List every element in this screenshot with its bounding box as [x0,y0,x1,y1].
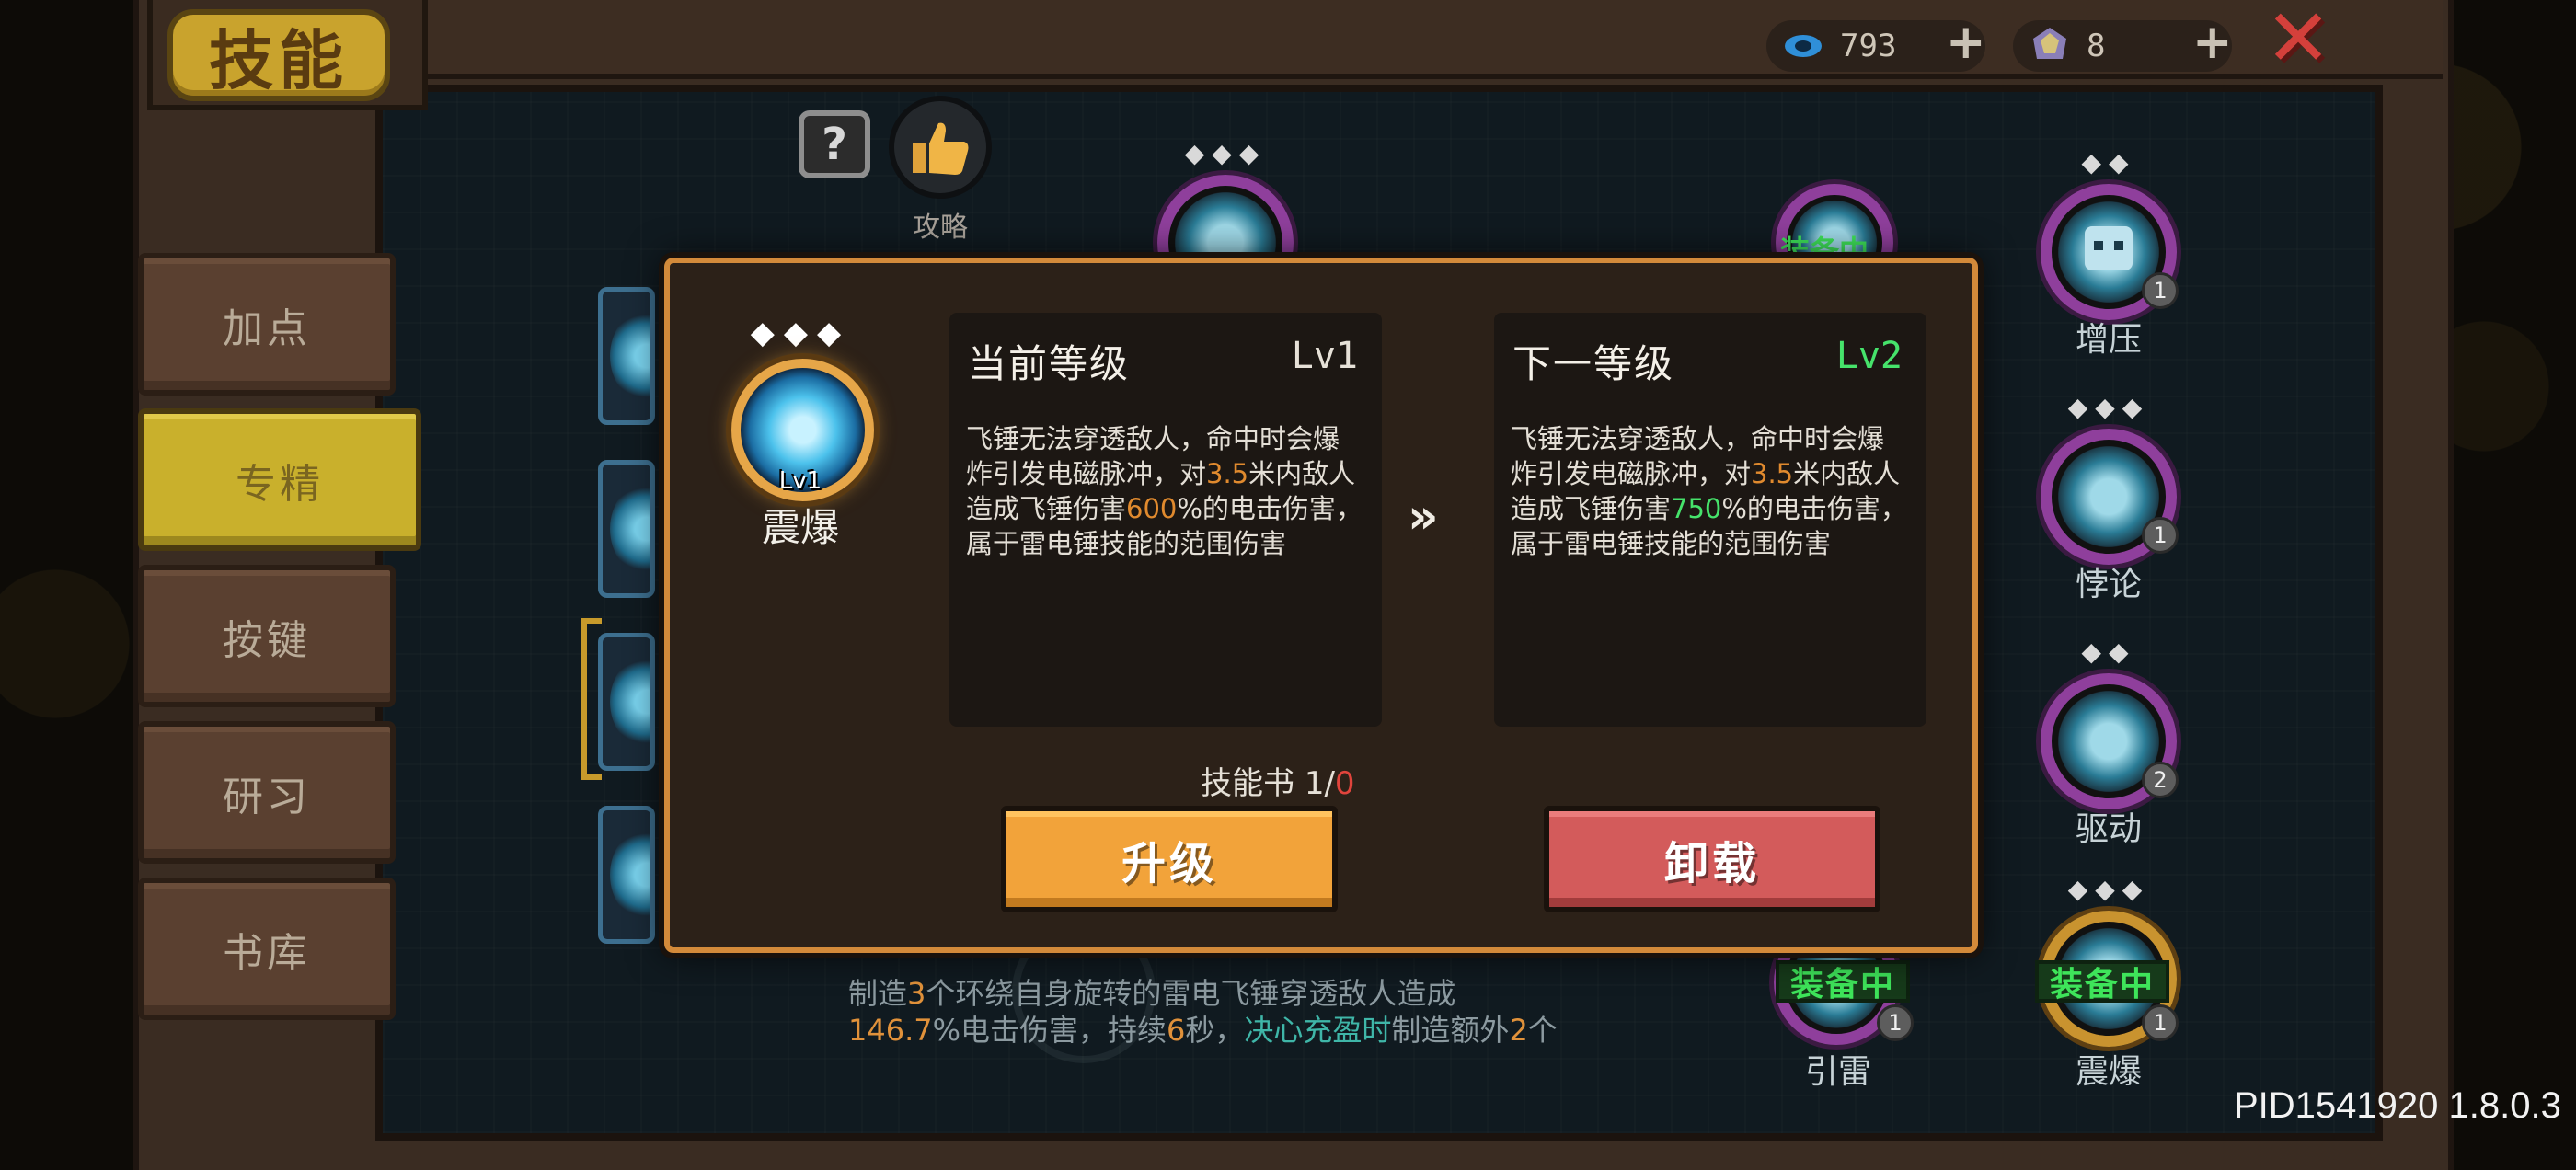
next-level-description: 飞锤无法穿透敌人，命中时会爆炸引发电磁脉冲，对3.5米内敌人造成飞锤伤害750%… [1511,421,1908,561]
page-title: 技能 [167,9,390,101]
desc-number: 3.5 [1206,458,1249,489]
desc-number: 146.7 [848,1013,933,1048]
skill-node-label: 增压 [2075,321,2142,359]
skill-node-label: 引雷 [1804,1053,1871,1091]
current-level-tag: Lv1 [1291,335,1358,377]
next-level-tag: Lv2 [1835,335,1903,377]
desc-number: 6 [1167,1013,1186,1048]
desc-text: 制造额外 [1391,1013,1510,1048]
desc-number: 2 [1509,1013,1528,1048]
next-level-panel: 下一等级 Lv2 飞锤无法穿透敌人，命中时会爆炸引发电磁脉冲，对3.5米内敌人造… [1494,313,1926,727]
next-level-title: 下一等级 [1512,341,1675,386]
skill-name: 震爆 [761,505,839,550]
skill-node-label: 驱动 [2075,810,2142,848]
desc-number: 600 [1126,493,1178,524]
tab-keybinds[interactable]: 按键 [138,565,396,707]
node-rarity-diamonds: ◆◆◆ [2067,392,2150,422]
skill-description: 制造3个环绕自身旋转的雷电飞锤穿透敌人造成 146.7%电击伤害，持续6秒，决心… [848,975,1676,1049]
desc-number: 3.5 [1751,458,1794,489]
tab-specialization[interactable]: 专精 [138,408,421,551]
skill-card[interactable] [598,287,655,425]
skill-count-badge: 1 [2142,272,2179,309]
desc-keyword: 决心充盈时 [1244,1013,1392,1048]
guide-label: 攻略 [913,212,968,244]
add-gem-button[interactable]: + [1946,18,1986,66]
gem-count: 793 [1840,28,1897,64]
crystal-icon [2033,28,2066,59]
blue-gem-icon [1785,35,1822,57]
add-crystal-button[interactable]: + [2192,18,2233,66]
skill-icon-level: Lv1 [778,467,822,495]
desc-text: 个 [1527,1013,1558,1048]
desc-number: 3 [907,976,926,1011]
tab-add-points[interactable]: 加点 [138,253,396,396]
skill-count-badge: 1 [1877,1004,1914,1041]
guide-button[interactable] [889,96,992,199]
desc-text: 个环绕自身旋转的雷电飞锤穿透敌人造成 [926,976,1456,1011]
double-chevron-right-icon: » [1408,489,1438,545]
current-level-description: 飞锤无法穿透敌人，命中时会爆炸引发电磁脉冲，对3.5米内敌人造成飞锤伤害600%… [966,421,1363,561]
skill-card[interactable] [598,806,655,944]
skill-count-badge: 1 [2142,1004,2179,1041]
crystal-count: 8 [2087,28,2106,64]
skill-card[interactable] [598,633,655,771]
desc-text: 制造 [848,976,908,1011]
skillbook-need: 0 [1334,765,1355,802]
skill-card[interactable] [598,460,655,598]
tab-library[interactable]: 书库 [138,878,396,1020]
desc-number: 750 [1671,493,1722,524]
version-label: PID1541920 1.8.0.3 [2234,1085,2561,1126]
skillbook-label: 技能书 [1201,765,1294,802]
close-button[interactable]: ✕ [2259,0,2338,78]
current-level-panel: 当前等级 Lv1 飞锤无法穿透敌人，命中时会爆炸引发电磁脉冲，对3.5米内敌人造… [949,313,1382,727]
help-button[interactable]: ? [799,110,870,178]
desc-text: 秒， [1185,1013,1245,1048]
upgrade-button[interactable]: 升级 [1001,806,1338,912]
current-level-title: 当前等级 [968,341,1131,386]
skill-count-badge: 2 [2142,762,2179,798]
skill-node-label: 悖论 [2075,566,2142,603]
equipped-tag: 装备中 [2035,960,2170,1004]
desc-text: %电击伤害，持续 [932,1013,1167,1048]
unequip-button[interactable]: 卸载 [1544,806,1880,912]
equipped-tag: 装备中 [1776,960,1911,1004]
node-rarity-diamonds: ◆◆◆ [1184,138,1267,168]
skill-rarity-diamonds: ◆◆◆ [750,315,851,351]
tab-study[interactable]: 研习 [138,721,396,864]
node-rarity-diamonds: ◆◆ [2081,637,2136,667]
thumbs-up-icon [913,122,969,175]
node-rarity-diamonds: ◆◆ [2081,147,2136,178]
skill-node-label: 震爆 [2075,1053,2142,1091]
skill-count-badge: 1 [2142,517,2179,554]
skillbook-have: 1/ [1304,765,1335,802]
skillbook-count: 技能书 1/0 [1201,758,1355,803]
node-rarity-diamonds: ◆◆◆ [2067,874,2150,904]
